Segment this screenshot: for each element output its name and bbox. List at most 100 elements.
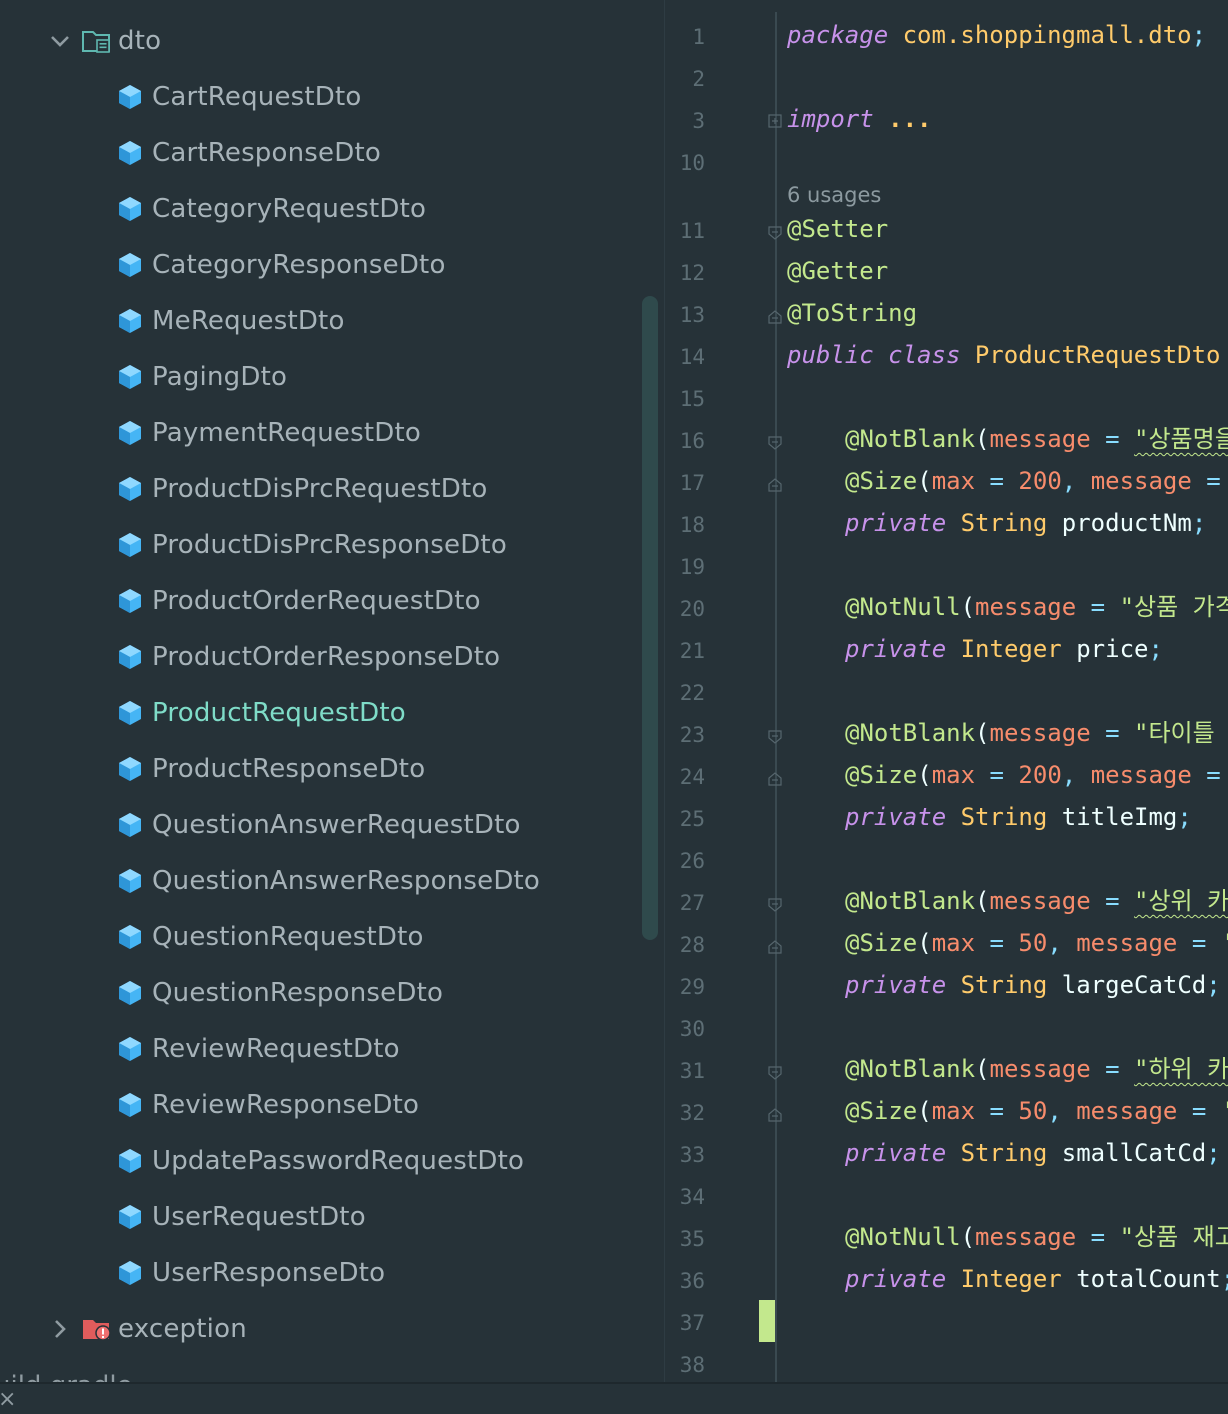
line-number[interactable]: 3 — [665, 106, 705, 136]
line-number[interactable]: 19 — [665, 552, 705, 582]
tree-file-item[interactable]: ProductOrderRequestDto — [0, 573, 640, 629]
class-cube-icon — [119, 869, 141, 893]
class-cube-icon — [119, 309, 141, 333]
tree-file-item[interactable]: ReviewResponseDto — [0, 1077, 640, 1133]
tree-item-build-gradle[interactable]: uild.gradle — [0, 1368, 133, 1382]
exception-folder-icon — [83, 1320, 111, 1341]
tree-file-item[interactable]: CategoryRequestDto — [0, 181, 640, 237]
line-number[interactable]: 31 — [665, 1056, 705, 1086]
usages-hint[interactable]: 6 usages — [787, 180, 881, 210]
fold-end-icon[interactable] — [768, 310, 782, 324]
tree-file-item[interactable]: PaymentRequestDto — [0, 405, 640, 461]
token-operator: = — [1206, 761, 1221, 789]
tree-file-item[interactable]: QuestionAnswerResponseDto — [0, 853, 640, 909]
tree-file-item[interactable]: MeRequestDto — [0, 293, 640, 349]
line-number[interactable]: 2 — [665, 64, 705, 94]
tree-folder-exception[interactable]: exception — [0, 1301, 640, 1357]
tree-file-item[interactable]: ProductDisPrcRequestDto — [0, 461, 640, 517]
line-number[interactable]: 33 — [665, 1140, 705, 1170]
line-number[interactable]: 16 — [665, 426, 705, 456]
tree-file-item[interactable]: PagingDto — [0, 349, 640, 405]
fold-end-icon[interactable] — [768, 478, 782, 492]
tree-file-item[interactable]: ProductDisPrcResponseDto — [0, 517, 640, 573]
tree-file-label: ProductDisPrcRequestDto — [152, 474, 488, 504]
line-number[interactable]: 20 — [665, 594, 705, 624]
tree-file-item[interactable]: ProductRequestDto — [0, 685, 640, 741]
tree-scrollbar[interactable] — [642, 296, 658, 940]
line-number[interactable]: 38 — [665, 1350, 705, 1380]
tree-file-item[interactable]: CategoryResponseDto — [0, 237, 640, 293]
line-number[interactable]: 35 — [665, 1224, 705, 1254]
line-number[interactable]: 37 — [665, 1308, 705, 1338]
tree-file-item[interactable]: UserResponseDto — [0, 1245, 640, 1301]
line-number[interactable]: 14 — [665, 342, 705, 372]
token-paren: ( — [917, 761, 932, 789]
line-number[interactable]: 13 — [665, 300, 705, 330]
token-attribute: max — [931, 929, 976, 957]
tree-file-item[interactable]: CartRequestDto — [0, 69, 640, 125]
fold-end-icon[interactable] — [768, 1108, 782, 1122]
line-number[interactable]: 26 — [665, 846, 705, 876]
line-number[interactable]: 1 — [665, 22, 705, 52]
fold-start-icon[interactable] — [768, 226, 782, 240]
tree-file-item[interactable]: UpdatePasswordRequestDto — [0, 1133, 640, 1189]
class-cube-icon — [119, 141, 141, 165]
line-number[interactable]: 11 — [665, 216, 705, 246]
line-number[interactable]: 29 — [665, 972, 705, 1002]
token-string: "상품명을 — [1134, 425, 1228, 453]
token-annotation: @NotBlank — [845, 887, 976, 915]
tree-file-item[interactable]: QuestionAnswerRequestDto — [0, 797, 640, 853]
line-number[interactable]: 25 — [665, 804, 705, 834]
tree-file-label: ProductOrderRequestDto — [152, 586, 481, 616]
line-number[interactable]: 10 — [665, 148, 705, 178]
fold-start-icon[interactable] — [768, 730, 782, 744]
tree-file-item[interactable]: ProductOrderResponseDto — [0, 629, 640, 685]
token-semicolon: ; — [1206, 971, 1221, 999]
tree-file-item[interactable]: QuestionResponseDto — [0, 965, 640, 1021]
close-icon[interactable]: × — [0, 1388, 16, 1412]
token-keyword: package — [787, 21, 889, 49]
token-annotation: @Size — [845, 761, 918, 789]
chevron-down-icon[interactable] — [48, 29, 72, 53]
chevron-right-icon[interactable] — [48, 1317, 72, 1341]
line-number[interactable]: 27 — [665, 888, 705, 918]
tree-file-item[interactable]: ProductResponseDto — [0, 741, 640, 797]
tree-file-item[interactable]: CartResponseDto — [0, 125, 640, 181]
fold-start-icon[interactable] — [768, 1066, 782, 1080]
code-editor[interactable]: 1 2 3 10 11 12 13 14 15 16 17 18 19 20 21 22 23 24 25 26 27 2… — [664, 0, 1228, 1382]
fold-expand-icon[interactable] — [768, 114, 782, 128]
tree-folder-dto[interactable]: dto — [0, 13, 640, 69]
line-number[interactable]: 23 — [665, 720, 705, 750]
fold-end-icon[interactable] — [768, 940, 782, 954]
line-number[interactable]: 30 — [665, 1014, 705, 1044]
fold-start-icon[interactable] — [768, 898, 782, 912]
tree-file-item[interactable]: UserRequestDto — [0, 1189, 640, 1245]
token-keyword: class — [888, 341, 961, 369]
tree-file-label: ReviewRequestDto — [152, 1034, 400, 1064]
class-cube-icon — [119, 925, 141, 949]
token-folded-imports[interactable]: ... — [888, 105, 931, 133]
token-operator: = — [1191, 1097, 1207, 1125]
tree-file-item[interactable]: QuestionRequestDto — [0, 909, 640, 965]
token-comma: , — [1047, 1097, 1062, 1125]
line-number[interactable]: 17 — [665, 468, 705, 498]
token-string: "타이틀 ( — [1134, 719, 1215, 747]
line-number[interactable]: 28 — [665, 930, 705, 960]
line-number[interactable]: 34 — [665, 1182, 705, 1212]
line-number[interactable]: 24 — [665, 762, 705, 792]
token-type: Integer — [960, 1265, 1062, 1293]
fold-start-icon[interactable] — [768, 436, 782, 450]
tree-file-item[interactable]: ReviewRequestDto — [0, 1021, 640, 1077]
fold-end-icon[interactable] — [768, 772, 782, 786]
line-number[interactable]: 15 — [665, 384, 705, 414]
line-number[interactable]: 18 — [665, 510, 705, 540]
line-number[interactable]: 32 — [665, 1098, 705, 1128]
line-number[interactable]: 12 — [665, 258, 705, 288]
line-number[interactable]: 36 — [665, 1266, 705, 1296]
token-operator: = — [1105, 1055, 1120, 1083]
line-number[interactable]: 22 — [665, 678, 705, 708]
token-semicolon: ; — [1191, 509, 1207, 537]
token-string: "상품 재고 — [1119, 1223, 1228, 1251]
token-semicolon: ; — [1206, 1139, 1221, 1167]
line-number[interactable]: 21 — [665, 636, 705, 666]
